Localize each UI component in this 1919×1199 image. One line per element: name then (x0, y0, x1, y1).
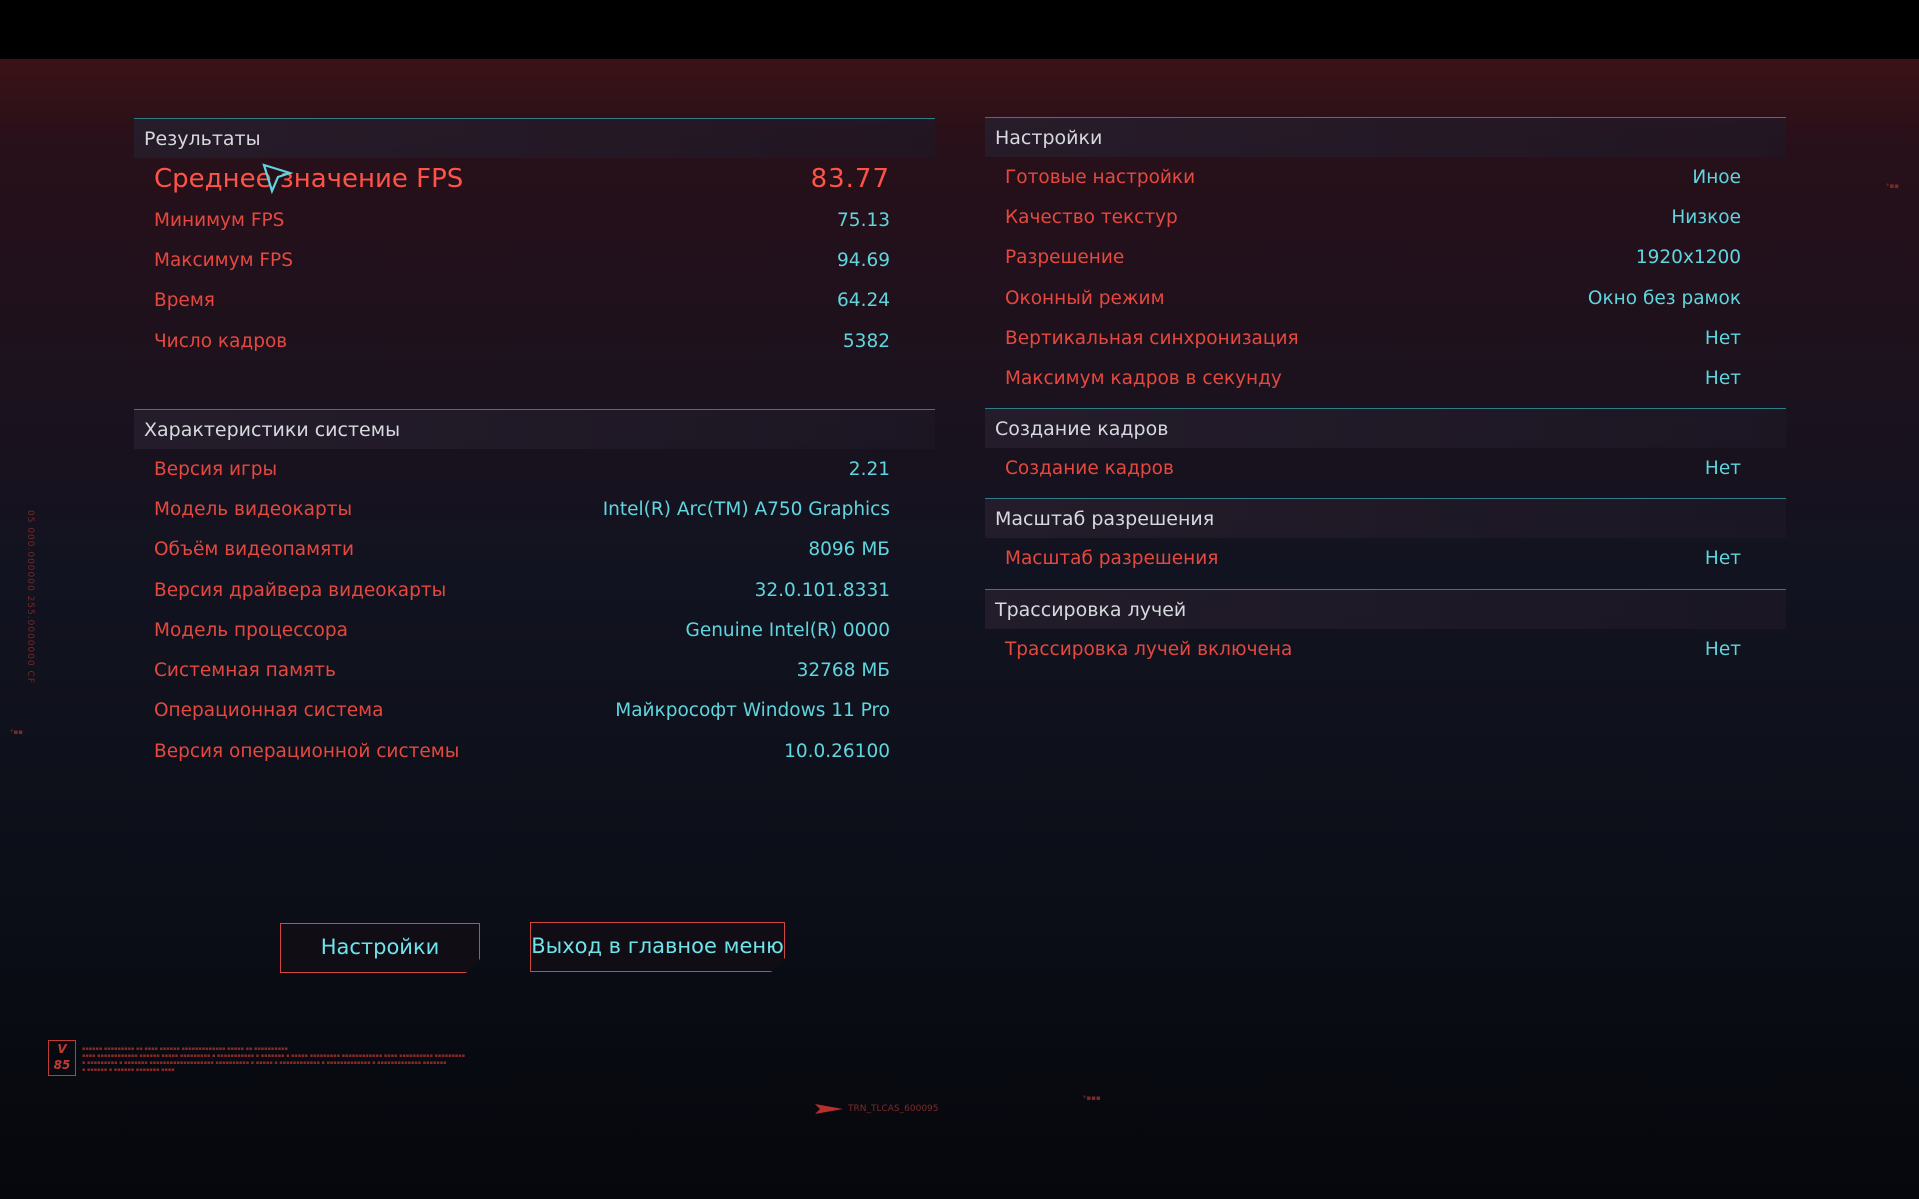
result-label: Число кадров (154, 330, 288, 352)
result-row: Число кадров 5382 (154, 321, 890, 361)
system-row: Версия игры 2.21 (154, 449, 890, 489)
setting-label: Оконный режим (1005, 287, 1165, 309)
system-label: Модель видеокарты (154, 498, 353, 520)
system-value: 10.0.26100 (784, 740, 890, 762)
setting-row: Вертикальная синхронизация Нет (1005, 318, 1741, 358)
setting-row: Разрешение 1920x1200 (1005, 238, 1741, 278)
system-label: Версия игры (154, 458, 278, 480)
system-row: Операционная система Майкрософт Windows … (154, 691, 890, 731)
setting-label: Разрешение (1005, 247, 1125, 269)
result-value: 75.13 (837, 209, 890, 231)
system-label: Операционная система (154, 700, 384, 722)
system-row: Модель видеокарты Intel(R) Arc(TM) A750 … (154, 489, 890, 529)
setting-label: Максимум кадров в секунду (1005, 368, 1282, 390)
result-row: Минимум FPS 75.13 (154, 200, 890, 240)
raytracing-label: Трассировка лучей включена (1005, 638, 1293, 660)
exit-to-main-menu-button[interactable]: Выход в главное меню (530, 922, 785, 972)
frame-gen-panel: Создание кадров Создание кадров Нет (985, 408, 1786, 488)
result-value: 64.24 (837, 290, 890, 312)
avg-fps-label: Среднее значение FPS (154, 164, 464, 194)
system-value: Intel(R) Arc(TM) A750 Graphics (602, 498, 890, 520)
system-row: Версия драйвера видеокарты 32.0.101.8331 (154, 570, 890, 610)
system-label: Модель процессора (154, 619, 348, 641)
system-label: Версия операционной системы (154, 740, 460, 762)
system-row: Версия операционной системы 10.0.26100 (154, 731, 890, 771)
frame-gen-header: Создание кадров (985, 408, 1786, 448)
system-value: Майкрософт Windows 11 Pro (615, 700, 890, 722)
result-value: 94.69 (837, 249, 890, 271)
system-row: Модель процессора Genuine Intel(R) 0000 (154, 610, 890, 650)
result-label: Время (154, 290, 215, 312)
frame-gen-row: Создание кадров Нет (1005, 448, 1741, 488)
setting-row: Качество текстур Низкое (1005, 197, 1741, 237)
results-panel: Результаты Среднее значение FPS 83.77 Ми… (134, 118, 935, 361)
system-row: Системная память 32768 МБ (154, 650, 890, 690)
system-value: 2.21 (848, 458, 890, 480)
settings-header: Настройки (985, 117, 1786, 157)
res-scale-panel: Масштаб разрешения Масштаб разрешения Не… (985, 498, 1786, 578)
res-scale-row: Масштаб разрешения Нет (1005, 538, 1741, 578)
system-label: Системная память (154, 660, 336, 682)
res-scale-header: Масштаб разрешения (985, 498, 1786, 538)
system-value: 32768 МБ (796, 660, 890, 682)
setting-label: Вертикальная синхронизация (1005, 327, 1299, 349)
setting-label: Готовые настройки (1005, 166, 1196, 188)
result-label: Минимум FPS (154, 209, 285, 231)
decor-mark: *▪▪▪ (1083, 1094, 1101, 1102)
setting-value: Окно без рамок (1587, 287, 1741, 309)
setting-value: Иное (1692, 166, 1741, 188)
setting-row: Оконный режим Окно без рамок (1005, 278, 1741, 318)
setting-value: Нет (1704, 368, 1741, 390)
system-value: Genuine Intel(R) 0000 (685, 619, 890, 641)
raytracing-row: Трассировка лучей включена Нет (1005, 629, 1741, 669)
vertical-decor-text: 05 000.000000 255.0000000 CF (25, 510, 35, 685)
results-header: Результаты (134, 118, 935, 158)
result-label: Максимум FPS (154, 249, 293, 271)
res-scale-label: Масштаб разрешения (1005, 547, 1219, 569)
system-value: 8096 МБ (808, 539, 890, 561)
system-row: Объём видеопамяти 8096 МБ (154, 530, 890, 570)
system-header: Характеристики системы (134, 409, 935, 449)
setting-row: Готовые настройки Иное (1005, 157, 1741, 197)
decor-mark: *▪▪ (1886, 182, 1899, 190)
mouse-cursor-icon (262, 163, 294, 195)
raytracing-header: Трассировка лучей (985, 589, 1786, 629)
result-value: 5382 (842, 330, 890, 352)
arrow-icon (815, 1104, 843, 1114)
setting-value: Низкое (1671, 206, 1741, 228)
system-label: Объём видеопамяти (154, 539, 354, 561)
res-scale-value: Нет (1704, 547, 1741, 569)
decor-mark: *▪▪ (10, 728, 23, 736)
system-label: Версия драйвера видеокарты (154, 579, 447, 601)
decor-code: TRN_TLCAS_600095 (848, 1104, 939, 1114)
setting-value: Нет (1704, 327, 1741, 349)
setting-row: Максимум кадров в секунду Нет (1005, 358, 1741, 398)
result-row: Время 64.24 (154, 281, 890, 321)
system-value: 32.0.101.8331 (754, 579, 890, 601)
frame-gen-label: Создание кадров (1005, 457, 1174, 479)
system-panel: Характеристики системы Версия игры 2.21 … (134, 409, 935, 771)
settings-button[interactable]: Настройки (280, 923, 480, 973)
avg-fps-value: 83.77 (810, 164, 890, 194)
raytracing-value: Нет (1704, 638, 1741, 660)
logo-icon: V 85 (48, 1040, 76, 1076)
setting-label: Качество текстур (1005, 206, 1178, 228)
setting-value: 1920x1200 (1635, 247, 1741, 269)
raytracing-panel: Трассировка лучей Трассировка лучей вклю… (985, 589, 1786, 669)
settings-panel: Настройки Готовые настройки Иное Качеств… (985, 117, 1786, 399)
frame-gen-value: Нет (1704, 457, 1741, 479)
fine-print-decor: ▪▪▪▪▪▪ ▪▪▪▪▪▪▪▪▪ ▪▪ ▪▪▪▪ ▪▪▪▪▪▪ ▪▪▪▪▪▪▪▪… (82, 1046, 466, 1073)
result-row: Максимум FPS 94.69 (154, 240, 890, 280)
